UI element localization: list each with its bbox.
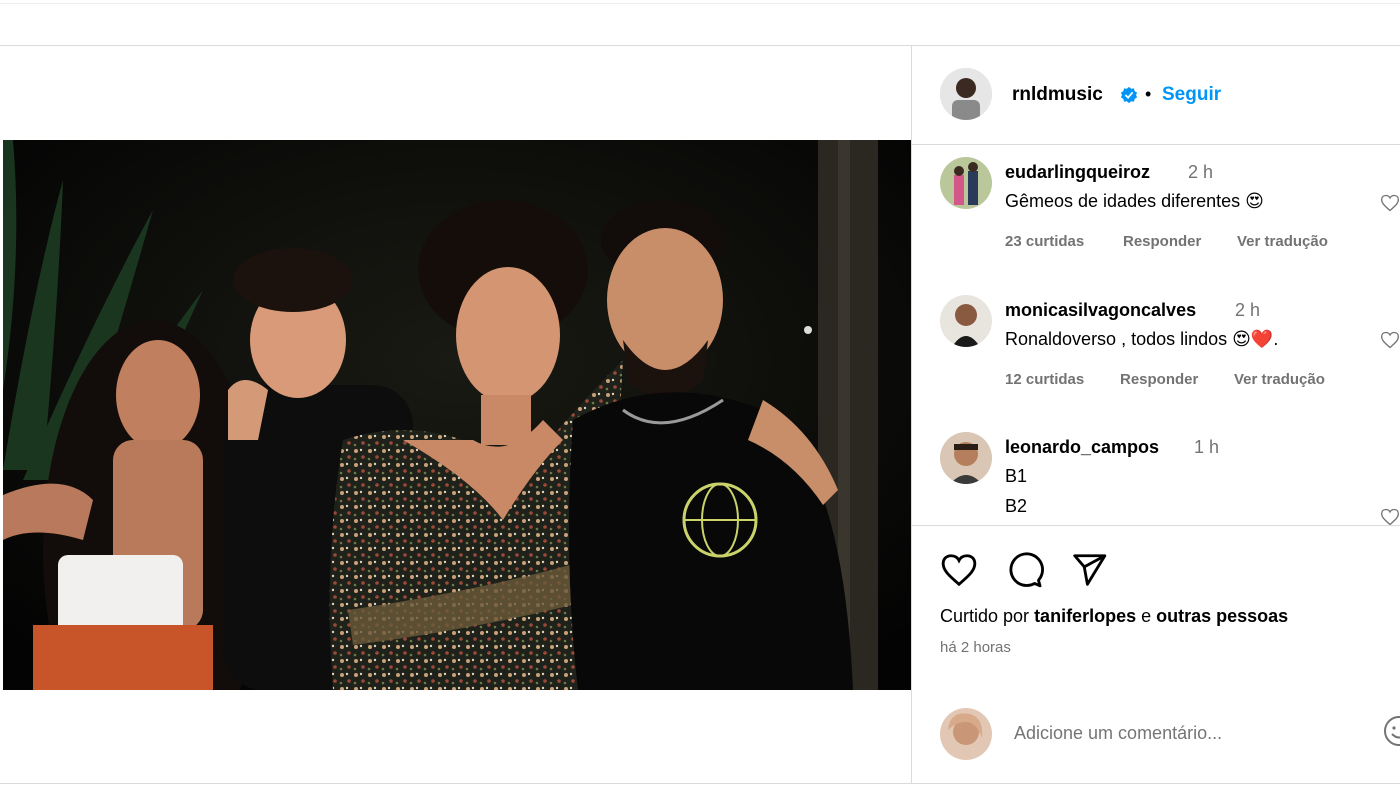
top-bar [0, 0, 1400, 46]
comment-text-line: B1 [1005, 466, 1028, 486]
comment-username[interactable]: leonardo_campos [1005, 437, 1159, 458]
verified-badge-icon [1120, 86, 1138, 104]
comment-text-line: B2 [1005, 496, 1028, 516]
comment-username[interactable]: monicasilvagoncalves [1005, 300, 1196, 321]
heart-icon[interactable] [1380, 507, 1400, 526]
current-user-avatar [940, 708, 992, 760]
emoji-icon[interactable] [1382, 714, 1400, 748]
photo-illustration [3, 140, 911, 690]
author-username[interactable]: rnldmusic [1012, 84, 1103, 106]
comment-likes[interactable]: 23 curtidas [1005, 233, 1084, 250]
likes-others[interactable]: outras pessoas [1156, 606, 1288, 626]
heart-icon[interactable] [940, 551, 978, 589]
current-user-avatar-image [940, 708, 992, 760]
comment-avatar-image [940, 432, 992, 484]
likes-middle: e [1141, 606, 1152, 626]
author-avatar[interactable] [940, 68, 992, 120]
comment-time[interactable]: 1 h [1194, 437, 1219, 458]
author-avatar-image [940, 68, 992, 120]
comment-time[interactable]: 2 h [1188, 162, 1213, 183]
comment-likes[interactable]: 12 curtidas [1005, 371, 1084, 388]
follow-button[interactable]: Seguir [1162, 84, 1221, 106]
comment-username[interactable]: eudarlingqueiroz [1005, 162, 1150, 183]
translate-button[interactable]: Ver tradução [1234, 371, 1325, 388]
post-header: rnldmusic • Seguir [912, 46, 1400, 145]
comment-avatar-image [940, 295, 992, 347]
reply-button[interactable]: Responder [1120, 371, 1198, 388]
comment-text: Ronaldoverso , todos lindos 😍❤️. [1005, 329, 1279, 349]
bottom-divider [0, 783, 1400, 784]
comment-avatar[interactable] [940, 432, 992, 484]
comment-avatar[interactable] [940, 295, 992, 347]
reply-button[interactable]: Responder [1123, 233, 1201, 250]
comment-time[interactable]: 2 h [1235, 300, 1260, 321]
comment-avatar[interactable] [940, 157, 992, 209]
likes-prefix: Curtido por [940, 606, 1030, 626]
liked-by-user[interactable]: taniferlopes [1034, 606, 1136, 626]
top-divider [0, 3, 1400, 4]
add-comment-input[interactable] [1012, 722, 1336, 745]
heart-icon[interactable] [1380, 193, 1400, 213]
header-separator: • [1145, 84, 1152, 104]
likes-summary[interactable]: Curtido por taniferlopes e outras pessoa… [940, 606, 1288, 627]
translate-button[interactable]: Ver tradução [1237, 233, 1328, 250]
post-time[interactable]: há 2 horas [940, 639, 1011, 656]
comment-icon[interactable] [1006, 551, 1044, 589]
comment-avatar-image [940, 157, 992, 209]
share-icon[interactable] [1070, 551, 1108, 589]
heart-icon[interactable] [1380, 330, 1400, 350]
comments-list[interactable]: eudarlingqueiroz 2 h Gêmeos de idades di… [912, 145, 1400, 526]
comment-text: Gêmeos de idades diferentes 😍 [1005, 191, 1264, 211]
post-sidebar: rnldmusic • Seguir eudarlingqueiroz 2 h … [912, 46, 1400, 783]
post-photo[interactable] [3, 140, 911, 690]
